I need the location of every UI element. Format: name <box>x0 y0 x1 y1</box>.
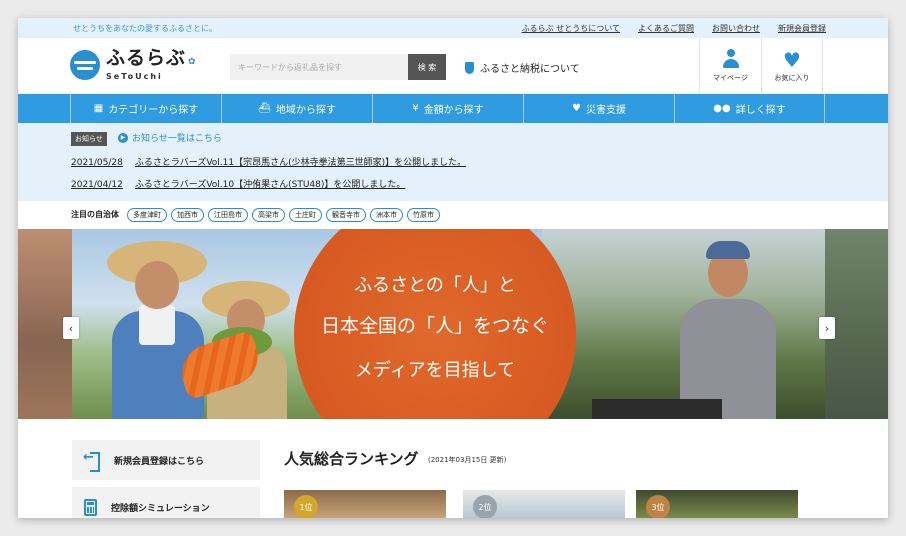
grid-icon: ▦ <box>93 103 104 114</box>
logo-sub-text: SeToUchi <box>106 72 163 81</box>
news-badge: お知らせ <box>71 132 107 146</box>
heart-icon: ♥ <box>783 48 801 72</box>
arrow-circle-icon: ▶ <box>118 132 128 143</box>
city-chip[interactable]: 洲本市 <box>370 207 403 222</box>
nav-amount[interactable]: ¥ 金額から探す <box>372 94 523 123</box>
city-chip[interactable]: 竹原市 <box>407 207 440 222</box>
farmer-photo <box>672 241 782 419</box>
nav-detail[interactable]: ●● 詳しく探す <box>674 94 825 123</box>
search-button[interactable]: 検 索 <box>408 54 446 80</box>
news-section: お知らせ ▶ お知らせ一覧はこちら 2021/05/28 ふるさとラバーズVol.… <box>18 123 888 201</box>
ranking-title: 人気総合ランキング <box>284 450 419 468</box>
search-bar: 検 索 <box>230 54 446 80</box>
rank-badge: 2位 <box>473 495 497 518</box>
featured-municipalities: 注目の自治体 多度津町 加西市 江田島市 高梁市 土庄町 観音寺市 洲本市 竹原… <box>18 201 888 228</box>
contact-link[interactable]: お問い合わせ <box>712 23 760 34</box>
city-chip[interactable]: 加西市 <box>171 207 204 222</box>
top-bar: せとうちをあなたの愛するふるさとに。 ふるらぶ せとうちについて よくあるご質問… <box>18 18 888 38</box>
money-bag-icon: ¥ <box>412 103 419 114</box>
leaf-icon: ✿ <box>188 57 197 67</box>
register-link[interactable]: 新規会員登録 <box>778 23 826 34</box>
hero-headline-1: ふるさとの「人」と <box>354 275 516 296</box>
mypage-label: マイページ <box>713 74 748 82</box>
register-banner-label: 新規会員登録はこちら <box>114 456 205 467</box>
logo-main-text: ふるらぶ <box>106 47 187 69</box>
tagline: せとうちをあなたの愛するふるさとに。 <box>73 24 217 33</box>
rank-badge: 3位 <box>646 495 670 518</box>
city-chip[interactable]: 土庄町 <box>289 207 322 222</box>
main-nav: ▦ カテゴリーから探す ⛴ 地域から探す ¥ 金額から探す ♥ 災害支援 ●● … <box>18 94 888 123</box>
ranking-date: (2021年03月15日 更新) <box>428 456 507 464</box>
logo-wave-icon <box>70 50 100 80</box>
nav-region[interactable]: ⛴ 地域から探す <box>221 94 372 123</box>
nav-disaster-label: 災害支援 <box>585 105 626 116</box>
handshake-icon: ♥ <box>572 103 581 114</box>
news-item[interactable]: 2021/04/12 ふるさとラバーズVol.10【沖侑果さん(STU48)】を公… <box>71 177 405 190</box>
shield-icon <box>465 61 474 74</box>
featured-label: 注目の自治体 <box>71 210 119 219</box>
nav-detail-label: 詳しく探す <box>735 105 786 116</box>
user-icon <box>721 49 741 69</box>
ship-icon: ⛴ <box>258 103 271 114</box>
mypage-button[interactable]: マイページ <box>699 38 761 94</box>
city-chip[interactable]: 観音寺市 <box>326 207 366 222</box>
site-logo[interactable]: ふるらぶ ✿ SeToUchi <box>70 48 197 82</box>
furusato-info-link[interactable]: ふるさと納税について <box>465 60 580 75</box>
browser-page: せとうちをあなたの愛するふるさとに。 ふるらぶ せとうちについて よくあるご質問… <box>18 18 888 518</box>
ranking-card[interactable]: 2位 <box>463 490 625 518</box>
news-text: ふるさとラバーズVol.11【宗昂馬さん(少林寺拳法第三世師家)】を公開しました… <box>134 158 467 168</box>
city-chip[interactable]: 高梁市 <box>252 207 285 222</box>
faq-link[interactable]: よくあるご質問 <box>638 23 694 34</box>
favorites-button[interactable]: ♥ お気に入り <box>761 38 823 94</box>
rank-badge: 1位 <box>294 495 318 518</box>
favorites-label: お気に入り <box>774 74 810 82</box>
binoculars-icon: ●● <box>713 103 731 114</box>
nav-amount-label: 金額から探す <box>423 105 484 116</box>
nav-region-label: 地域から探す <box>275 105 336 116</box>
top-links: ふるらぶ せとうちについて よくあるご質問 お問い合わせ 新規会員登録 <box>522 23 826 34</box>
news-all-link[interactable]: ▶ お知らせ一覧はこちら <box>118 131 222 144</box>
news-item[interactable]: 2021/05/28 ふるさとラバーズVol.11【宗昂馬さん(少林寺拳法第三世師… <box>71 155 466 168</box>
news-all-label: お知らせ一覧はこちら <box>132 134 222 144</box>
news-date: 2021/05/28 <box>71 158 123 168</box>
hero-headline-2: 日本全国の「人」をつなぐ <box>320 315 549 337</box>
hero-headline-3: メディアを目指して <box>354 360 516 381</box>
nav-category[interactable]: ▦ カテゴリーから探す <box>70 94 221 123</box>
carousel-prev-button[interactable]: ‹ <box>63 317 79 339</box>
ranking-card[interactable]: 3位 <box>636 490 798 518</box>
calculator-icon <box>84 498 97 516</box>
news-date: 2021/04/12 <box>71 180 123 190</box>
hero-carousel: ふるさとの「人」と 日本全国の「人」をつなぐ メディアを目指して ‹ › <box>18 229 888 419</box>
site-header: ふるらぶ✿ SeToUchi 検 索 ふるさと納税について マイページ ♥ お気… <box>18 38 888 94</box>
nav-disaster[interactable]: ♥ 災害支援 <box>523 94 674 123</box>
ranking-card[interactable]: 1位 <box>284 490 446 518</box>
hero-slide[interactable]: ふるさとの「人」と 日本全国の「人」をつなぐ メディアを目指して <box>72 229 825 419</box>
furusato-info-label: ふるさと納税について <box>480 64 580 75</box>
simulation-banner[interactable]: 控除額シミュレーション <box>72 487 260 518</box>
carousel-next-button[interactable]: › <box>819 317 835 339</box>
search-input[interactable] <box>230 54 408 80</box>
about-link[interactable]: ふるらぶ せとうちについて <box>522 23 620 34</box>
register-banner[interactable]: 新規会員登録はこちら <box>72 440 260 480</box>
login-arrow-icon <box>83 450 100 472</box>
news-text: ふるさとラバーズVol.10【沖侑果さん(STU48)】を公開しました。 <box>134 180 406 190</box>
nav-category-label: カテゴリーから探す <box>108 105 199 116</box>
city-chip[interactable]: 江田島市 <box>208 207 248 222</box>
simulation-banner-label: 控除額シミュレーション <box>111 503 210 514</box>
city-chip[interactable]: 多度津町 <box>127 207 167 222</box>
